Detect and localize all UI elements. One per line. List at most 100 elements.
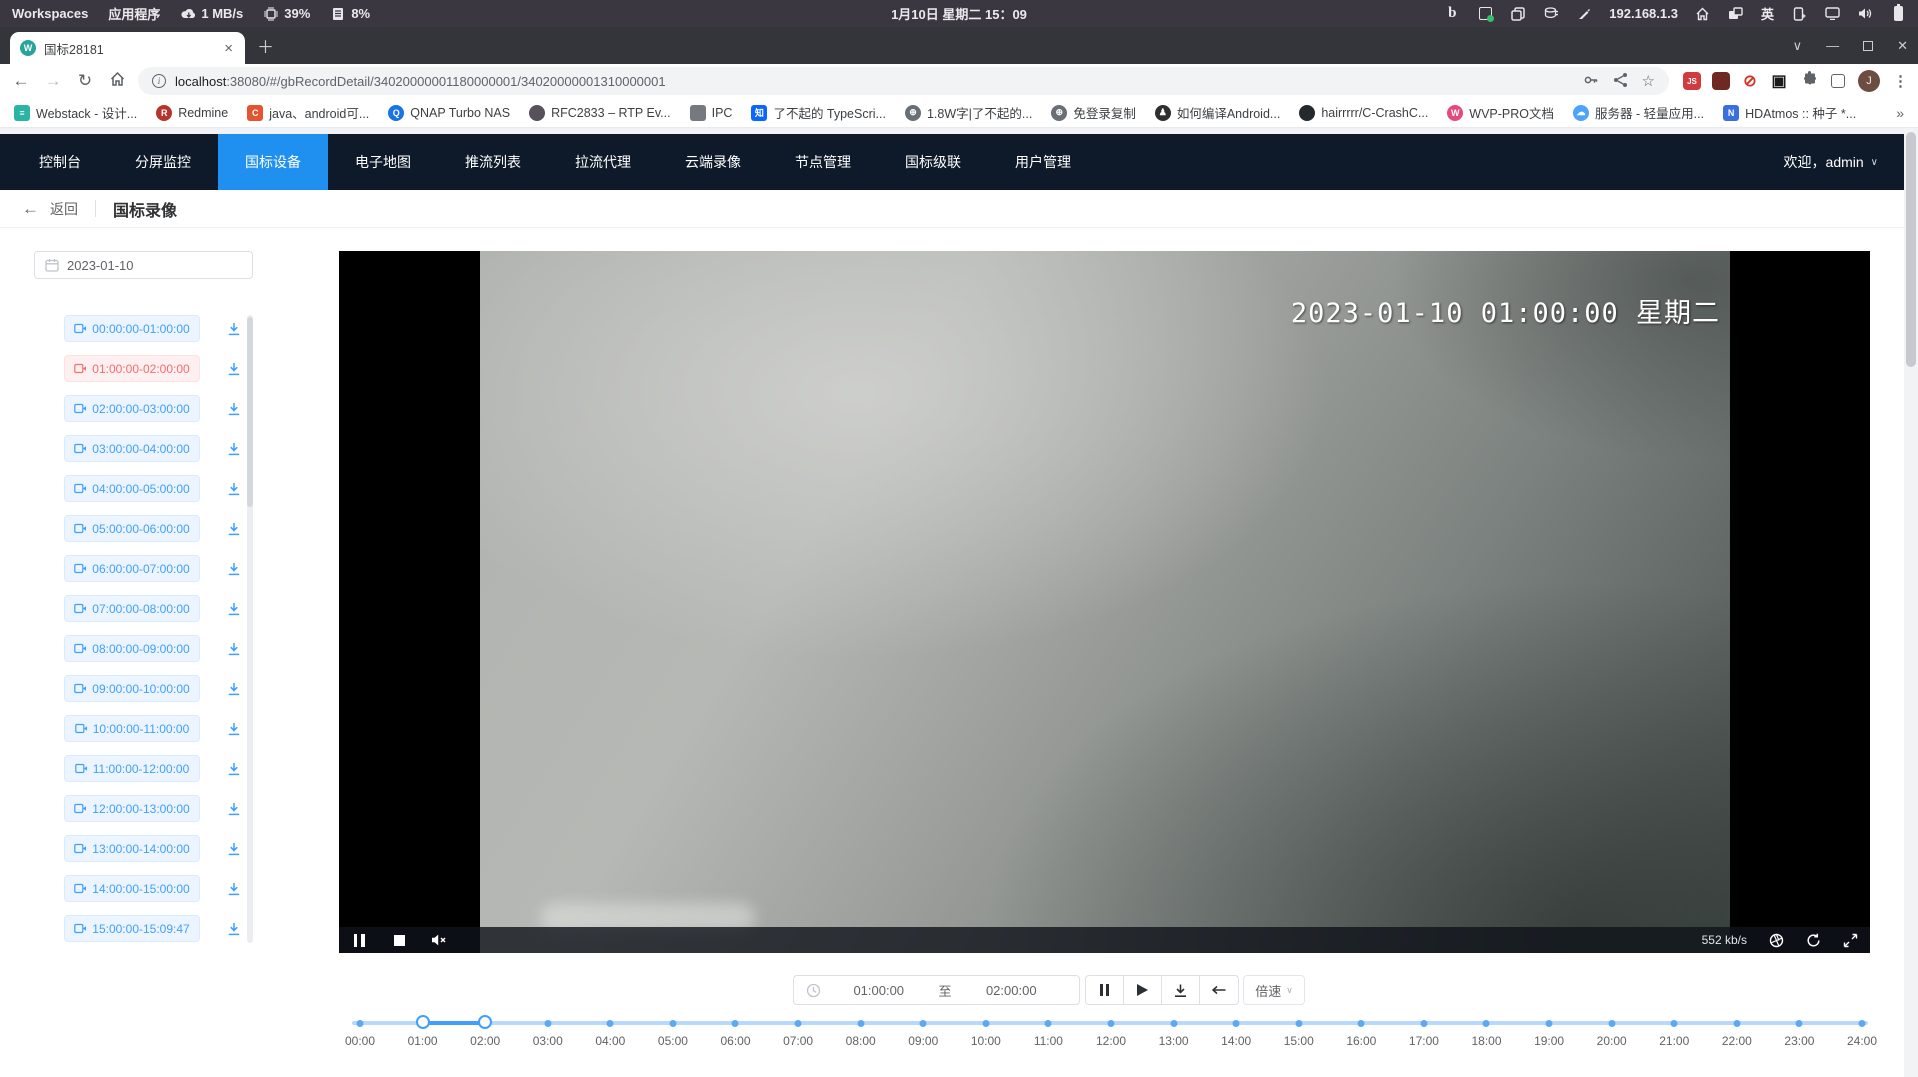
seek-back-button[interactable] [1200, 976, 1238, 1004]
timeline-hour-dot[interactable] [1483, 1020, 1490, 1027]
phone-link-icon[interactable] [1791, 6, 1807, 22]
new-tab-button[interactable]: ＋ [257, 33, 274, 58]
bookmarks-overflow-icon[interactable]: » [1896, 105, 1904, 121]
reload-button[interactable]: ↻ [74, 71, 96, 91]
clipboard-tray-icon[interactable] [1510, 6, 1526, 22]
segment-download-button[interactable] [227, 562, 241, 576]
segment-download-button[interactable] [227, 882, 241, 896]
bookmark-item[interactable]: R Redmine [156, 105, 228, 121]
play-button[interactable] [1124, 976, 1162, 1004]
bing-tray-icon[interactable]: b [1444, 6, 1460, 22]
end-time-value[interactable]: 02:00:00 [956, 983, 1068, 998]
pause-button[interactable] [1086, 976, 1124, 1004]
timeline-hour-dot[interactable] [732, 1020, 739, 1027]
nav-item[interactable]: 国标级联 [878, 134, 988, 190]
timeline-hour-dot[interactable] [1233, 1020, 1240, 1027]
timeline-range-handle[interactable] [478, 1015, 492, 1029]
timeline-hour-dot[interactable] [1420, 1020, 1427, 1027]
segment-download-button[interactable] [227, 802, 241, 816]
bookmark-item[interactable]: N HDAtmos :: 种子 *... [1723, 103, 1856, 122]
segment-button[interactable]: 10:00:00-11:00:00 [64, 715, 200, 742]
bookmark-item[interactable]: ≡ Webstack - 设计... [14, 103, 137, 122]
player-refresh-icon[interactable] [1805, 932, 1821, 948]
bookmark-item[interactable]: 知 了不起的 TypeScri... [751, 103, 886, 122]
bookmark-item[interactable]: ♟ 如何编译Android... [1155, 103, 1281, 122]
frame-extension[interactable]: ▣ [1770, 72, 1788, 90]
timeline-hour-dot[interactable] [357, 1020, 364, 1027]
window-minimize-button[interactable]: — [1826, 38, 1839, 53]
timeline-hour-dot[interactable] [1107, 1020, 1114, 1027]
window-maximize-button[interactable] [1863, 41, 1873, 51]
timeline-hour-dot[interactable] [1733, 1020, 1740, 1027]
time-range-input[interactable]: 01:00:00 至 02:00:00 [793, 975, 1080, 1005]
bookmark-item[interactable]: Q QNAP Turbo NAS [388, 105, 510, 121]
segment-download-button[interactable] [227, 482, 241, 496]
user-menu[interactable]: 欢迎，admin ∨ [1784, 134, 1904, 190]
segment-button[interactable]: 06:00:00-07:00:00 [64, 555, 200, 582]
segment-download-button[interactable] [227, 682, 241, 696]
workspace-switcher-icon[interactable] [1728, 6, 1744, 22]
bookmark-item[interactable]: ⊕ 1.8W字|了不起的... [905, 103, 1032, 122]
bookmark-item[interactable]: C java、android可... [247, 103, 369, 122]
speed-dropdown[interactable]: 倍速 ∨ [1243, 975, 1305, 1005]
player-mute-icon[interactable] [431, 932, 447, 948]
download-button[interactable] [1162, 976, 1200, 1004]
extensions-puzzle-icon[interactable] [1801, 70, 1818, 92]
nav-item[interactable]: 电子地图 [328, 134, 438, 190]
nav-item[interactable]: 节点管理 [768, 134, 878, 190]
segment-button[interactable]: 07:00:00-08:00:00 [64, 595, 200, 622]
segment-button[interactable]: 05:00:00-06:00:00 [64, 515, 200, 542]
back-button[interactable]: ← [10, 71, 32, 91]
date-picker[interactable]: 2023-01-10 [34, 251, 253, 279]
timeline-hour-dot[interactable] [1608, 1020, 1615, 1027]
segment-button[interactable]: 14:00:00-15:00:00 [64, 875, 200, 902]
workspaces-button[interactable]: Workspaces [12, 6, 88, 21]
segment-download-button[interactable] [227, 722, 241, 736]
back-arrow-icon[interactable]: ← [22, 199, 39, 219]
bookmark-star-icon[interactable]: ☆ [1642, 72, 1655, 90]
pen-tray-icon[interactable] [1576, 6, 1592, 22]
window-close-button[interactable]: ✕ [1897, 38, 1908, 54]
segment-button[interactable]: 04:00:00-05:00:00 [64, 475, 200, 502]
site-info-icon[interactable]: i [152, 74, 166, 88]
bookmark-item[interactable]: IPC [690, 105, 733, 121]
blocked-extension[interactable]: ⊘ [1741, 72, 1759, 90]
tab-search-icon[interactable]: ∨ [1793, 38, 1803, 54]
segment-button[interactable]: 02:00:00-03:00:00 [64, 395, 200, 422]
segment-download-button[interactable] [227, 842, 241, 856]
timeline-hour-dot[interactable] [607, 1020, 614, 1027]
segment-button[interactable]: 13:00:00-14:00:00 [64, 835, 200, 862]
timeline-track[interactable] [352, 1021, 1868, 1025]
timeline-hour-dot[interactable] [669, 1020, 676, 1027]
timeline-hour-dot[interactable] [1045, 1020, 1052, 1027]
volume-tray-icon[interactable] [1857, 6, 1873, 22]
segment-list-scrollbar[interactable] [247, 315, 253, 943]
home-tray-icon[interactable] [1695, 6, 1711, 22]
timeline-hour-dot[interactable] [920, 1020, 927, 1027]
segment-download-button[interactable] [227, 602, 241, 616]
segment-button[interactable]: 08:00:00-09:00:00 [64, 635, 200, 662]
bookmark-item[interactable]: ⊕ 免登录复制 [1051, 103, 1136, 122]
screenshot-tray-icon[interactable] [1477, 6, 1493, 22]
nav-item[interactable]: 控制台 [12, 134, 108, 190]
segment-download-button[interactable] [227, 922, 241, 936]
segment-button[interactable]: 15:00:00-15:09:47 [64, 915, 200, 942]
nav-item[interactable]: 拉流代理 [548, 134, 658, 190]
start-time-value[interactable]: 01:00:00 [823, 983, 935, 998]
timeline-hour-dot[interactable] [982, 1020, 989, 1027]
segment-download-button[interactable] [227, 402, 241, 416]
bookmark-item[interactable]: W WVP-PRO文档 [1447, 103, 1554, 122]
browser-menu-icon[interactable]: ⋮ [1893, 72, 1908, 90]
passwords-key-icon[interactable] [1583, 72, 1599, 91]
segment-download-button[interactable] [227, 642, 241, 656]
side-panel-icon[interactable] [1831, 74, 1845, 88]
timeline-hour-dot[interactable] [1671, 1020, 1678, 1027]
player-stop-button[interactable] [391, 932, 407, 948]
timeline-hour-dot[interactable] [1858, 1020, 1865, 1027]
video-player[interactable]: 2023-01-10 01:00:00 星期二 552 kb/s [339, 251, 1870, 953]
segment-button[interactable]: 12:00:00-13:00:00 [64, 795, 200, 822]
segment-download-button[interactable] [227, 762, 241, 776]
bookmark-item[interactable]: ☁ 服务器 - 轻量应用... [1573, 103, 1704, 122]
nav-item[interactable]: 用户管理 [988, 134, 1098, 190]
segment-download-button[interactable] [227, 522, 241, 536]
